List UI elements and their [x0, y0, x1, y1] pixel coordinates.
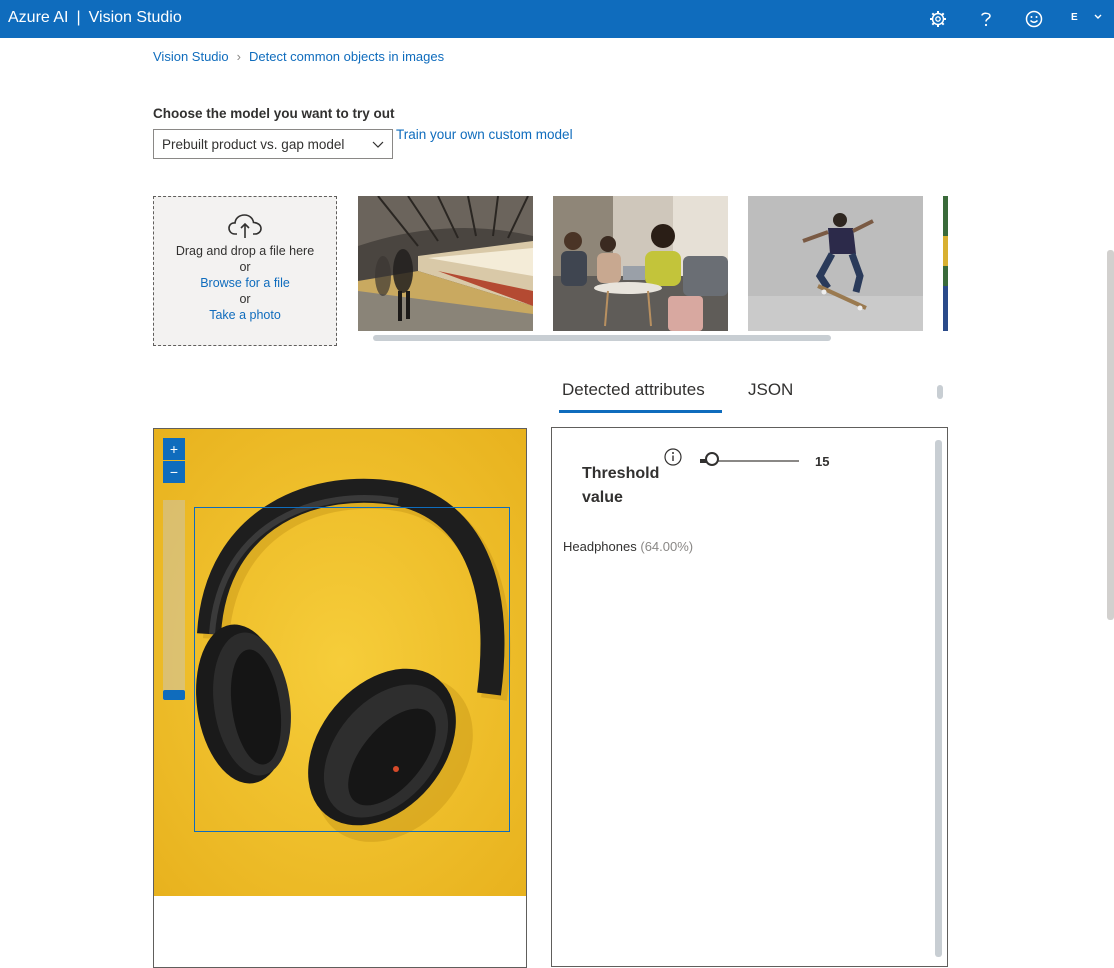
file-drop-zone[interactable]: Drag and drop a file here or Browse for … — [153, 196, 337, 346]
or-text: or — [239, 260, 251, 274]
chevron-down-icon[interactable] — [1093, 12, 1103, 22]
breadcrumb-current[interactable]: Detect common objects in images — [249, 49, 444, 64]
user-avatar[interactable]: E — [1071, 12, 1078, 23]
top-bar: Azure AI | Vision Studio E — [0, 0, 1114, 38]
breadcrumb-vision-studio[interactable]: Vision Studio — [153, 49, 229, 64]
active-tab-indicator — [559, 410, 722, 413]
detection-bounding-box[interactable] — [194, 507, 510, 832]
zoom-out-button[interactable]: − — [163, 461, 185, 483]
help-question-icon[interactable] — [974, 7, 998, 31]
info-icon[interactable] — [663, 447, 683, 467]
tab-json[interactable]: JSON — [748, 380, 793, 400]
settings-gear-icon[interactable] — [926, 7, 950, 31]
breadcrumb: Vision Studio › Detect common objects in i… — [153, 49, 444, 64]
zoom-slider-track[interactable] — [163, 500, 185, 700]
train-custom-model-link[interactable]: Train your own custom model — [396, 127, 573, 142]
page-scrollbar[interactable] — [1107, 250, 1114, 620]
result-item: Headphones (64.00%) — [563, 539, 693, 554]
take-photo-link[interactable]: Take a photo — [154, 307, 336, 323]
tab-detected-attributes[interactable]: Detected attributes — [562, 380, 705, 400]
gallery-scrollbar[interactable] — [373, 335, 831, 341]
threshold-label-line2: value — [582, 489, 623, 506]
zoom-in-button[interactable]: + — [163, 438, 185, 460]
model-label: Choose the model you want to try out — [153, 106, 395, 121]
threshold-slider-thumb[interactable] — [705, 452, 719, 466]
product-name: Vision Studio — [88, 9, 182, 26]
drag-drop-text: Drag and drop a file here — [175, 244, 315, 258]
cloud-upload-icon — [154, 213, 336, 243]
breadcrumb-chevron-icon: › — [236, 49, 241, 64]
threshold-label: Threshold value — [582, 462, 659, 510]
zoom-slider-thumb[interactable] — [163, 690, 185, 700]
app-brand[interactable]: Azure AI | Vision Studio — [8, 9, 182, 27]
result-label: Headphones — [563, 539, 637, 554]
sample-image-partial[interactable] — [943, 196, 948, 331]
brand-separator: | — [76, 9, 81, 26]
sample-image-meeting[interactable] — [553, 196, 728, 331]
sample-image-skateboarder[interactable] — [748, 196, 923, 331]
or-text: or — [239, 292, 251, 306]
chevron-down-icon — [372, 141, 384, 148]
feedback-smiley-icon[interactable] — [1022, 7, 1046, 31]
threshold-label-line1: Threshold — [582, 465, 660, 482]
attributes-scrollbar[interactable] — [935, 440, 942, 957]
model-select[interactable]: Prebuilt product vs. gap model — [153, 129, 393, 159]
sample-image-train-station[interactable] — [358, 196, 533, 331]
model-select-value: Prebuilt product vs. gap model — [162, 136, 345, 152]
tabs-scrollbar[interactable] — [937, 385, 943, 399]
browse-file-link[interactable]: Browse for a file — [154, 275, 336, 291]
threshold-value: 15 — [815, 454, 830, 469]
brand-name: Azure AI — [8, 9, 69, 26]
result-confidence: (64.00%) — [640, 539, 694, 554]
